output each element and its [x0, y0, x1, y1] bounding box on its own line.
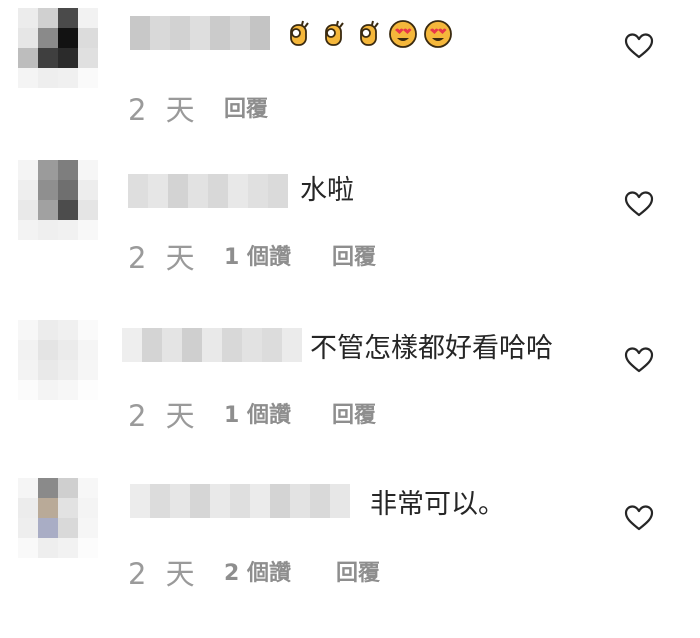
likes-count[interactable]: 1 個讚: [224, 240, 291, 276]
ok-hand-icon: [360, 20, 379, 46]
ok-hand-icon: [290, 20, 309, 46]
username[interactable]: [128, 174, 288, 208]
reply-button[interactable]: 回覆: [332, 240, 376, 276]
reply-button[interactable]: 回覆: [336, 556, 380, 592]
comment-item: 不管怎樣都好看哈哈 2 天 1 個讚 回覆: [0, 320, 700, 482]
avatar[interactable]: [18, 478, 98, 558]
comment-item: 非常可以。 2 天 2 個讚 回覆: [0, 478, 700, 638]
avatar[interactable]: [18, 160, 98, 240]
heart-outline-icon[interactable]: [624, 32, 654, 60]
heart-outline-icon[interactable]: [624, 504, 654, 532]
comment-time: 2 天: [128, 399, 200, 433]
avatar[interactable]: [18, 8, 98, 88]
comment-text: 水啦: [300, 175, 354, 206]
comment-time: 2 天: [128, 241, 200, 275]
heart-outline-icon[interactable]: [624, 346, 654, 374]
heart-eyes-icon: [424, 19, 452, 48]
username[interactable]: [130, 484, 350, 518]
reply-button[interactable]: 回覆: [332, 398, 376, 434]
comment-item: 水啦 2 天 1 個讚 回覆: [0, 160, 700, 324]
comment-text: [283, 16, 458, 50]
comment-time: 2 天: [128, 557, 200, 591]
likes-count[interactable]: 1 個讚: [224, 398, 291, 434]
username[interactable]: [130, 16, 270, 50]
heart-outline-icon[interactable]: [624, 190, 654, 218]
comment-text: 非常可以。: [370, 489, 505, 520]
avatar[interactable]: [18, 320, 98, 400]
ok-hand-icon: [325, 20, 344, 46]
username[interactable]: [122, 328, 302, 362]
comment-time: 2 天: [128, 93, 200, 127]
comment-text: 不管怎樣都好看哈哈: [310, 333, 553, 364]
comment-item: 2 天 回覆: [0, 8, 700, 166]
heart-eyes-icon: [389, 19, 417, 48]
likes-count[interactable]: 2 個讚: [224, 556, 291, 592]
reply-button[interactable]: 回覆: [224, 92, 268, 128]
